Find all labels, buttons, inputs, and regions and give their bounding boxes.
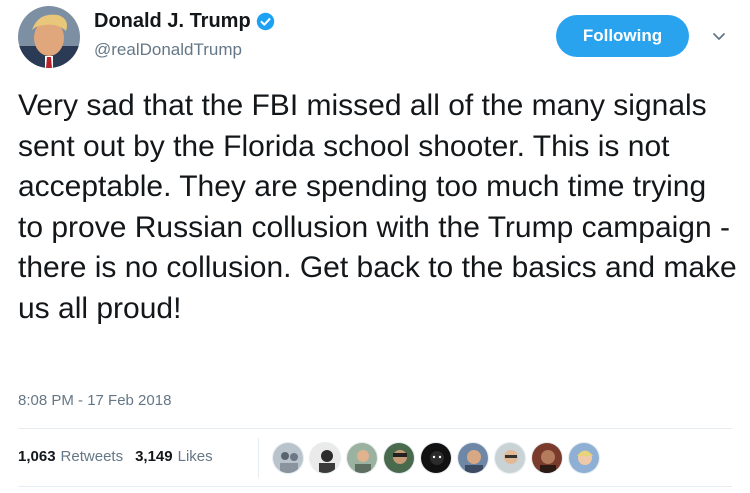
stats-separator — [258, 438, 259, 478]
liker-avatar-7[interactable] — [494, 442, 526, 474]
divider-bottom — [18, 486, 732, 487]
liker-avatar-9[interactable] — [568, 442, 600, 474]
user-handle[interactable]: @realDonaldTrump — [94, 40, 242, 60]
liker-avatar-6[interactable] — [457, 442, 489, 474]
tweet-stats: 1,063 Retweets 3,149 Likes — [18, 448, 213, 465]
like-count: 3,149 — [135, 448, 173, 465]
like-label: Likes — [177, 448, 213, 465]
retweet-label: Retweets — [60, 448, 124, 465]
tweet-card: Donald J. Trump @realDonaldTrump Followi… — [0, 0, 750, 493]
author-name-row[interactable]: Donald J. Trump — [94, 10, 275, 33]
liker-avatar-2[interactable] — [309, 442, 341, 474]
retweet-count: 1,063 — [18, 448, 56, 465]
liker-avatar-3[interactable] — [346, 442, 378, 474]
liker-avatar-8[interactable] — [531, 442, 563, 474]
liker-avatars — [272, 442, 605, 474]
profile-avatar[interactable] — [18, 6, 80, 68]
display-name[interactable]: Donald J. Trump — [94, 10, 251, 33]
profile-photo-icon — [18, 6, 80, 68]
liker-avatar-4[interactable] — [383, 442, 415, 474]
chevron-down-icon[interactable] — [711, 28, 727, 44]
tweet-text: Very sad that the FBI missed all of the … — [18, 89, 737, 325]
tweet-timestamp[interactable]: 8:08 PM - 17 Feb 2018 — [18, 392, 171, 409]
liker-avatar-5[interactable] — [420, 442, 452, 474]
retweets-stat[interactable]: 1,063 Retweets — [18, 448, 123, 465]
verified-badge-icon — [256, 12, 275, 31]
divider-top — [18, 428, 732, 429]
following-button[interactable]: Following — [556, 15, 689, 57]
likes-stat[interactable]: 3,149 Likes — [135, 448, 213, 465]
liker-avatar-1[interactable] — [272, 442, 304, 474]
